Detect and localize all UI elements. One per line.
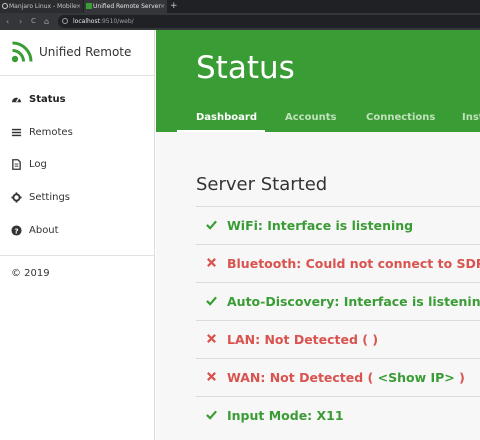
close-tab-icon[interactable]: × <box>76 0 81 13</box>
copyright: © 2019 <box>11 268 50 279</box>
dashboard-icon <box>11 97 22 103</box>
cross-icon <box>207 334 216 343</box>
back-button[interactable]: ‹ <box>6 15 9 28</box>
server-status-title: Server Started <box>196 174 328 195</box>
brand[interactable]: Unified Remote <box>0 30 155 76</box>
sidebar-divider <box>0 255 154 256</box>
browser-tab-bar: Manjaro Linux - Mobile × Unified Remote … <box>0 0 480 13</box>
reload-button[interactable]: C <box>31 15 36 28</box>
unified-remote-favicon <box>86 3 92 9</box>
browser-tab-label: Manjaro Linux - Mobile <box>9 3 77 10</box>
url-field[interactable]: localhost:9510/web/ <box>58 15 480 28</box>
status-text: Input Mode: X11 <box>227 408 344 423</box>
status-text: WAN: Not Detected ( <Show IP> ) <box>227 370 465 385</box>
forward-button[interactable]: › <box>19 15 22 28</box>
file-icon <box>12 159 21 170</box>
url-text: localhost:9510/web/ <box>73 18 134 25</box>
browser-tab-unified-remote[interactable]: Unified Remote Server × <box>84 0 167 13</box>
brand-name: Unified Remote <box>39 45 132 59</box>
home-icon[interactable]: ⌂ <box>44 15 49 28</box>
cross-icon <box>207 258 216 267</box>
tab-dashboard[interactable]: Dashboard <box>196 112 257 123</box>
sidebar-item-about[interactable]: ? About <box>0 216 154 246</box>
status-item-lan: LAN: Not Detected ( ) <box>196 320 480 358</box>
check-icon <box>206 220 217 230</box>
status-item-wan: WAN: Not Detected ( <Show IP> ) <box>196 358 480 396</box>
sidebar-item-log[interactable]: Log <box>0 150 154 180</box>
status-item-wifi: WiFi: Interface is listening <box>196 206 480 244</box>
sidebar: Unified Remote Status Remotes Log Settin… <box>0 30 155 440</box>
status-item-auto-discovery: Auto-Discovery: Interface is listening <box>196 282 480 320</box>
svg-text:?: ? <box>14 226 18 235</box>
tab-accounts[interactable]: Accounts <box>285 112 336 123</box>
status-text: Bluetooth: Could not connect to SDP <box>227 256 480 271</box>
show-ip-link[interactable]: <Show IP> <box>378 370 455 385</box>
tab-connections[interactable]: Connections <box>366 112 435 123</box>
sidebar-item-label: Remotes <box>29 127 73 138</box>
main-content: Server Started WiFi: Interface is listen… <box>156 132 480 440</box>
status-text: WiFi: Interface is listening <box>227 218 414 233</box>
status-item-input-mode: Input Mode: X11 <box>196 396 480 434</box>
sidebar-item-settings[interactable]: Settings <box>0 183 154 213</box>
check-icon <box>206 410 217 420</box>
sidebar-item-label: Settings <box>29 192 71 203</box>
check-icon <box>206 296 217 306</box>
status-text: Auto-Discovery: Interface is listening <box>227 294 480 309</box>
browser-tab-manjaro[interactable]: Manjaro Linux - Mobile × <box>0 0 83 13</box>
site-info-icon[interactable] <box>62 18 68 24</box>
browser-tab-label: Unified Remote Server <box>93 3 161 10</box>
gear-icon <box>11 192 22 203</box>
sidebar-item-label: Log <box>29 159 47 170</box>
page-title: Status <box>196 50 295 86</box>
status-text: LAN: Not Detected ( ) <box>227 332 379 347</box>
question-icon: ? <box>11 225 22 236</box>
manjaro-icon <box>2 3 8 9</box>
new-tab-button[interactable]: + <box>170 0 178 12</box>
status-item-bluetooth: Bluetooth: Could not connect to SDP <box>196 244 480 282</box>
list-icon <box>11 128 22 137</box>
address-bar: ‹ › C ⌂ localhost:9510/web/ <box>0 13 480 30</box>
unified-remote-logo-icon <box>11 41 33 63</box>
cross-icon <box>207 372 216 381</box>
sidebar-item-status[interactable]: Status <box>0 85 154 115</box>
sidebar-item-label: Status <box>29 94 66 105</box>
sidebar-item-remotes[interactable]: Remotes <box>0 118 154 148</box>
tab-installed[interactable]: Inst <box>462 112 480 123</box>
page-header: Status Dashboard Accounts Connections In… <box>156 30 480 132</box>
close-tab-icon[interactable]: × <box>160 0 165 13</box>
sidebar-item-label: About <box>29 225 59 236</box>
